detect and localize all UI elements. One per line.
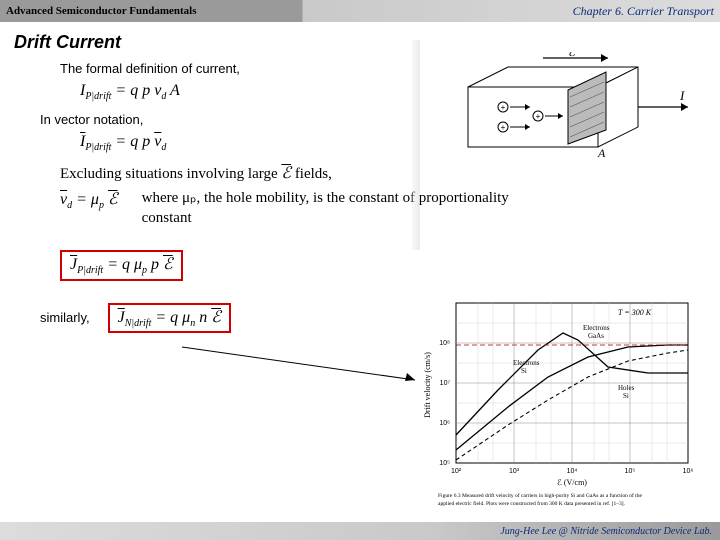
- header-left: Advanced Semiconductor Fundamentals: [6, 5, 196, 17]
- svg-text:applied electric field. Plots: applied electric field. Plots were const…: [438, 500, 626, 507]
- svg-text:+: +: [501, 123, 506, 132]
- svg-text:10⁷: 10⁷: [440, 380, 451, 387]
- svg-text:+: +: [501, 103, 506, 112]
- header-bar: Advanced Semiconductor Fundamentals Chap…: [0, 0, 720, 22]
- figure-block-diagram: + + + ℰ I A: [448, 52, 698, 167]
- svg-text:Electrons: Electrons: [513, 359, 540, 367]
- row-vd-where: vd = μp ℰ where μₚ, the hole mobility, i…: [60, 189, 720, 228]
- equation-5-boxed: JN|drift = q μn n ℰ: [108, 303, 231, 333]
- header-right: Chapter 6. Carrier Transport: [573, 4, 714, 19]
- equation-4-boxed: JP|drift = q μp p ℰ: [60, 250, 183, 280]
- arrow-to-graph: [180, 345, 420, 385]
- graph-temp-label: T = 300 K: [618, 308, 652, 317]
- footer-bar: Jung-Hee Lee @ Nitride Semiconductor Dev…: [0, 522, 720, 540]
- text-similarly: similarly,: [40, 310, 90, 325]
- svg-text:Figure 6.3 Measured drift vel: Figure 6.3 Measured drift velocity of ca…: [438, 492, 642, 499]
- svg-text:Drift velocity (cm/s): Drift velocity (cm/s): [423, 352, 432, 418]
- figure-velocity-field-graph: T = 300 K Electrons GaAs Electrons Si Ho…: [418, 295, 708, 510]
- svg-text:10⁶: 10⁶: [683, 468, 694, 475]
- svg-text:Holes: Holes: [618, 384, 635, 392]
- svg-text:Si: Si: [521, 367, 527, 375]
- equation-3: vd = μp ℰ: [60, 189, 118, 211]
- svg-text:Si: Si: [623, 392, 629, 400]
- svg-text:I: I: [679, 88, 685, 103]
- svg-text:GaAs: GaAs: [588, 332, 604, 340]
- footer-text: Jung-Hee Lee @ Nitride Semiconductor Dev…: [500, 526, 712, 537]
- decorative-shade: [412, 40, 420, 250]
- svg-text:Electrons: Electrons: [583, 324, 610, 332]
- svg-text:10⁴: 10⁴: [567, 468, 578, 475]
- svg-text:10³: 10³: [509, 468, 520, 475]
- svg-text:10⁶: 10⁶: [439, 420, 450, 427]
- svg-text:10⁸: 10⁸: [439, 340, 450, 347]
- svg-text:10⁵: 10⁵: [439, 460, 450, 467]
- section-title: Drift Current: [14, 32, 720, 53]
- svg-text:ℰ (V/cm): ℰ (V/cm): [557, 478, 587, 487]
- svg-text:A: A: [597, 146, 606, 160]
- svg-text:10²: 10²: [451, 468, 462, 475]
- svg-text:10⁵: 10⁵: [625, 468, 636, 475]
- text-where: where μₚ, the hole mobility, is the cons…: [142, 189, 562, 228]
- svg-text:+: +: [536, 112, 541, 121]
